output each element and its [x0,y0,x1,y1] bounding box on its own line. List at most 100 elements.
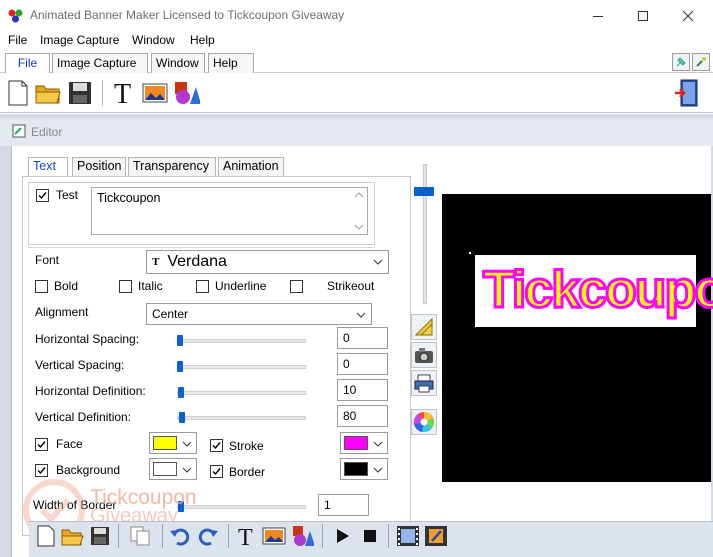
border-width-input[interactable]: 1 [318,494,369,516]
copy-icon[interactable] [128,523,152,549]
editor-title: Editor [31,125,63,139]
face-color-picker[interactable] [149,432,197,454]
face-checkbox[interactable] [35,438,48,451]
printer-icon[interactable] [411,370,437,396]
stroke-color-swatch [344,436,368,450]
separator [228,524,229,548]
menu-window[interactable]: Window [132,33,175,47]
horizontal-spacing-input[interactable]: 0 [337,327,388,349]
shapes-icon[interactable] [290,523,314,549]
ribbon-tab-help[interactable]: Help [208,53,254,73]
save-icon[interactable] [88,523,112,549]
font-label: Font [35,253,60,267]
bold-label: Bold [54,279,79,293]
film-edit-icon[interactable] [424,523,448,549]
svg-text:T: T [238,525,253,548]
stop-icon[interactable] [358,523,382,549]
banner-preview-canvas[interactable] [442,194,711,482]
font-select[interactable]: T Verdana [146,250,389,274]
face-label: Face [56,437,83,451]
vertical-definition-input[interactable]: 80 [337,405,388,427]
horizontal-definition-thumb[interactable] [178,387,184,398]
preview-dot [469,252,471,254]
undo-icon[interactable] [168,523,192,549]
alignment-label: Alignment [35,305,89,319]
text-tool-icon[interactable]: T [109,78,137,108]
close-button[interactable] [665,0,711,31]
camera-icon[interactable] [411,342,437,368]
new-file-icon[interactable] [4,78,32,108]
editor-header [0,118,713,146]
menu-help[interactable]: Help [190,33,215,47]
tab-text[interactable]: Text [28,157,68,177]
horizontal-spacing-track[interactable] [177,339,306,343]
menu-image-capture[interactable]: Image Capture [40,33,119,47]
ribbon-tab-image-capture[interactable]: Image Capture [52,53,148,73]
stroke-label: Stroke [229,439,264,453]
open-folder-icon[interactable] [34,78,62,108]
horizontal-definition-input[interactable]: 10 [337,379,388,401]
pin-icon[interactable] [672,53,690,71]
play-icon[interactable] [330,523,354,549]
ribbon-tab-window[interactable]: Window [151,53,205,73]
chevron-down-icon [182,441,192,447]
vertical-definition-thumb[interactable] [179,412,185,423]
vertical-spacing-track[interactable] [177,365,306,369]
text-icon[interactable]: T [234,523,258,549]
toolbar-separator [102,80,103,106]
background-color-swatch [153,462,177,476]
horizontal-spacing-thumb[interactable] [177,335,183,346]
tab-transparency[interactable]: Transparency [128,157,216,176]
vertical-spacing-thumb[interactable] [177,361,183,372]
film-icon[interactable] [396,523,420,549]
ruler-icon[interactable] [411,314,437,340]
exit-door-icon[interactable] [672,78,702,108]
image-icon[interactable] [262,523,286,549]
image-icon[interactable] [141,78,169,108]
vertical-spacing-input[interactable]: 0 [337,353,388,375]
maximize-button[interactable] [620,0,666,31]
italic-checkbox[interactable] [119,280,132,293]
background-color-picker[interactable] [149,458,197,480]
zoom-slider-thumb[interactable] [414,187,434,196]
editor-icon [12,124,26,138]
bold-checkbox[interactable] [35,280,48,293]
shapes-icon[interactable] [172,78,200,108]
save-icon[interactable] [66,78,94,108]
horizontal-spacing-label: Horizontal Spacing: [35,332,140,346]
menu-file[interactable]: File [8,33,27,47]
tab-position[interactable]: Position [72,157,126,176]
strikeout-checkbox[interactable] [290,280,303,293]
redo-icon[interactable] [196,523,220,549]
color-wheel-icon[interactable] [411,409,437,435]
settings-icon[interactable] [692,53,710,71]
face-color-swatch [153,436,177,450]
minimize-button[interactable] [575,0,621,31]
chevron-down-icon [373,441,383,447]
ribbon-tab-file[interactable]: File [5,53,50,74]
window-title: Animated Banner Maker Licensed to Tickco… [30,8,345,22]
text-scrollbar[interactable] [351,188,367,234]
tab-animation[interactable]: Animation [218,157,284,176]
background-checkbox[interactable] [35,464,48,477]
maximize-icon [638,10,648,21]
zoom-slider-track[interactable] [423,164,427,304]
stroke-checkbox[interactable] [210,439,223,452]
new-icon[interactable] [34,523,58,549]
vertical-definition-track[interactable] [177,416,306,420]
text-enable-checkbox[interactable] [36,189,49,202]
stroke-color-picker[interactable] [340,432,388,454]
border-color-picker[interactable] [340,458,388,480]
alignment-select[interactable]: Center [146,303,372,325]
banner-text-input[interactable]: Tickcoupon [91,187,368,235]
main-toolbar [0,73,713,113]
divider [28,247,375,248]
separator [388,524,389,548]
separator [322,524,323,548]
open-icon[interactable] [60,523,84,549]
background-label: Background [56,463,121,477]
horizontal-definition-track[interactable] [177,391,306,395]
border-checkbox[interactable] [210,465,223,478]
underline-checkbox[interactable] [196,280,209,293]
separator [118,524,119,548]
